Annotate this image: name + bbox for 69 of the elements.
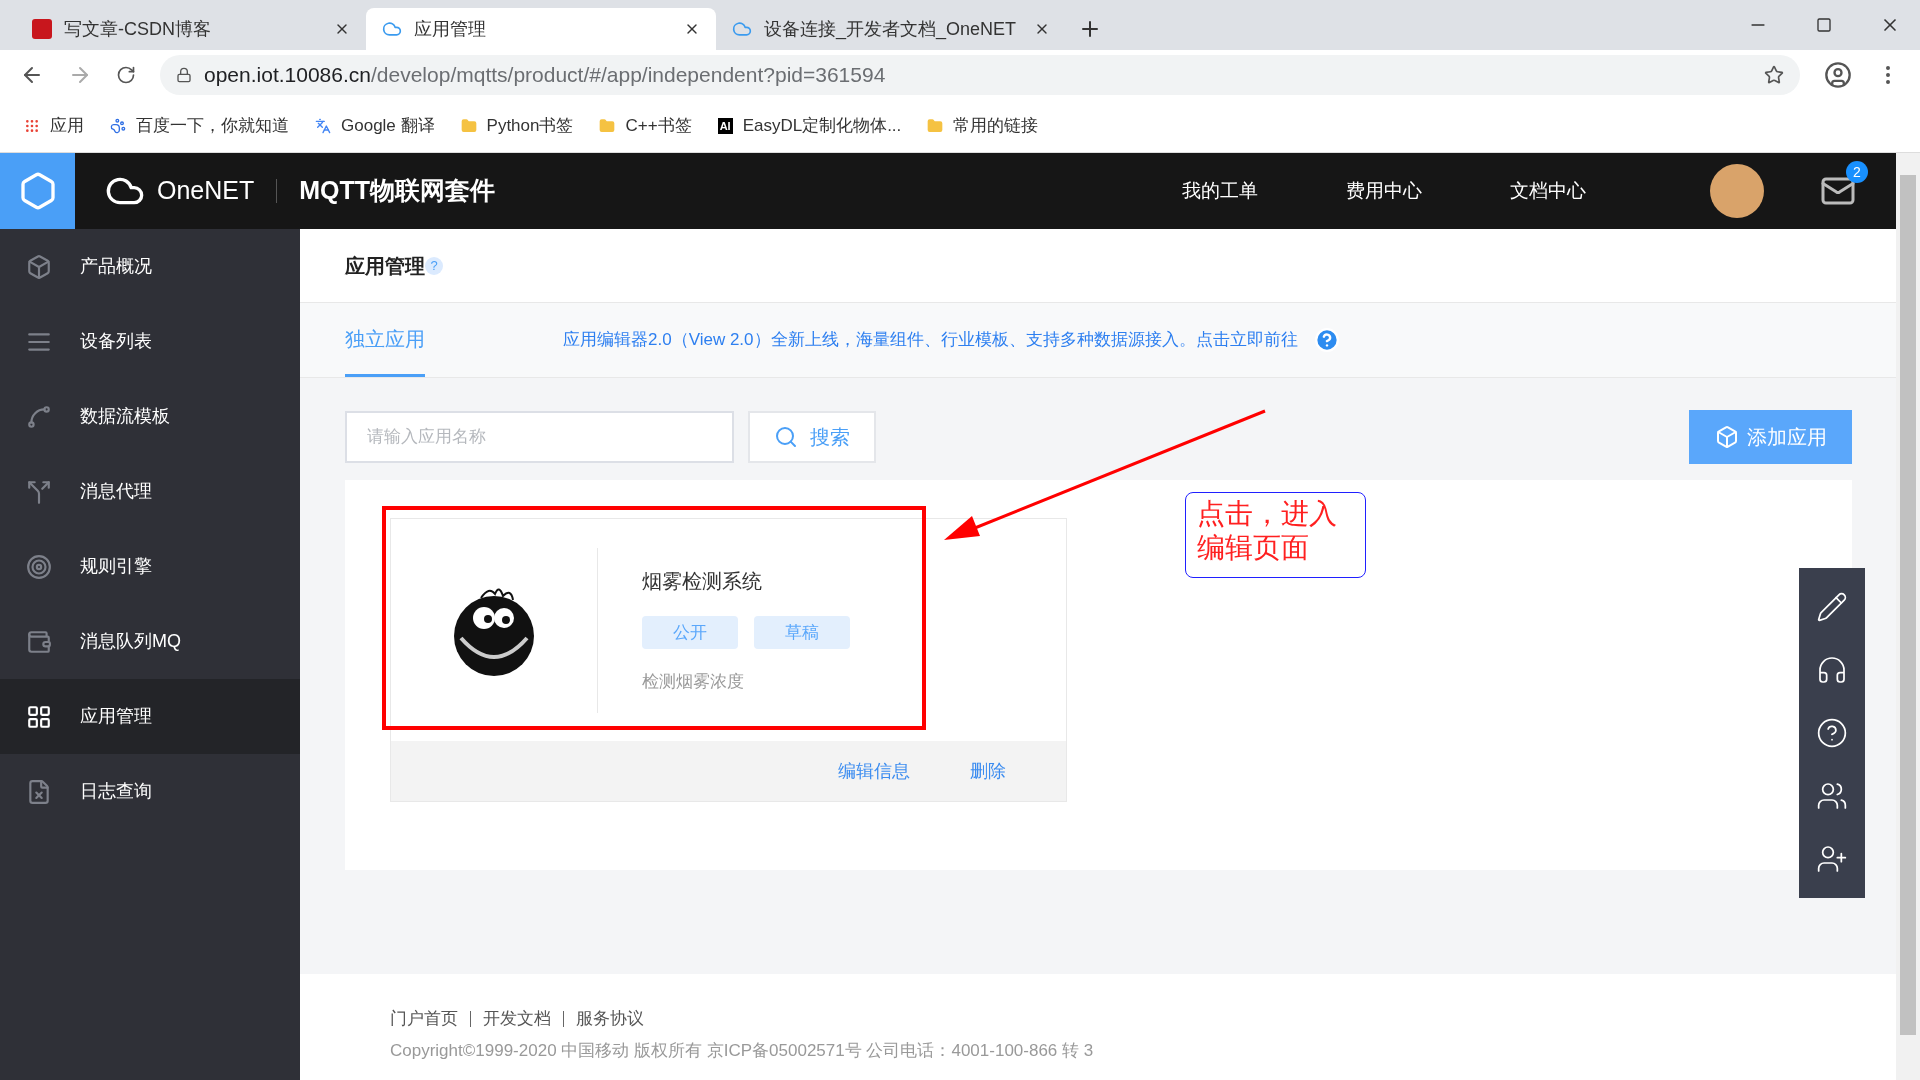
tab-title: 设备连接_开发者文档_OneNET [764,17,1018,42]
status-tag: 公开 [642,615,738,649]
split-icon [26,478,52,505]
sidebar-item[interactable]: 数据流模板 [0,379,300,454]
bookmark[interactable]: 应用 [24,113,84,139]
folder-icon [460,118,477,134]
log-icon [26,778,52,805]
bookmark[interactable]: 百度一下，你就知道 [110,113,289,139]
bookmark[interactable]: AI EasyDL定制化物体... [717,113,902,139]
line-chart-icon [26,403,52,430]
cloud-icon [732,19,752,39]
apps-icon [24,118,40,134]
copyright-text: Copyright©1999-2020 中国移动 版权所有 京ICP备05002571号 公司电话：4001-100-866 转 3 [390,1039,1095,1062]
bookmark[interactable]: Google 翻译 [315,113,435,139]
search-field[interactable]: 请输入应用名称 [345,411,734,463]
lock-icon [176,67,192,83]
product-name: MQTT物联网套件 [299,175,496,207]
footer-link[interactable]: 服务协议 [576,1006,644,1032]
footer-link[interactable]: 门户首页 [390,1006,458,1032]
sidebar-item[interactable]: 日志查询 [0,754,300,829]
star-icon[interactable] [1764,65,1784,85]
address-bar[interactable]: open.iot.10086.cn/develop/mqtts/product/#/app/independent?pid=361594 [160,55,1800,95]
pencil-icon[interactable] [1816,591,1848,624]
status-tag: 草稿 [754,615,850,649]
reload-icon[interactable] [116,65,136,85]
folder-icon [599,118,616,134]
nav-link[interactable]: 我的工单 [1182,176,1258,206]
sidebar-item[interactable]: 产品概况 [0,229,300,304]
notice-link[interactable]: 应用编辑器2.0（View 2.0）全新上线，海量组件、行业模板、支持多种数据源接入。点击立即前往 [563,327,1298,353]
scrollbar[interactable] [1896,153,1920,1080]
page-title: 应用管理 [345,253,425,279]
tab-title: 应用管理 [414,17,487,41]
tab-title: 写文章-CSDN博客 [64,17,212,41]
box-icon [1714,425,1739,449]
sidebar-item[interactable]: 应用管理 [0,679,300,754]
nav-link[interactable]: 费用中心 [1346,176,1422,206]
translate-icon [315,118,331,134]
app-name: 烟雾检测系统 [642,568,763,594]
browser-tab[interactable]: 写文章-CSDN博客 [16,8,366,50]
bookmark-logo: AI [717,118,733,134]
paw-icon [110,118,126,134]
bookmark[interactable]: 常用的链接 [927,113,1039,139]
sidebar-item[interactable]: 消息代理 [0,454,300,529]
browser-tab[interactable]: 设备连接_开发者文档_OneNET [716,8,1066,50]
url-text: open.iot.10086.cn/develop/mqtts/product/#/app/independent?pid=361594 [204,62,886,89]
help-icon[interactable] [1816,717,1848,749]
annotation-callout: 点击，进入编辑页面 [1185,492,1366,578]
brand-name: OneNET [157,175,255,207]
sidebar-item[interactable]: 规则引擎 [0,529,300,604]
cloud-icon [382,19,402,39]
footer-link[interactable]: 开发文档 [483,1006,551,1032]
sidebar-item[interactable]: 消息队列MQ [0,604,300,679]
nav-link[interactable]: 文档中心 [1510,176,1586,206]
search-icon [774,425,798,449]
target-icon [26,553,52,580]
maximize-icon[interactable] [1816,17,1832,33]
avatar[interactable] [1710,164,1764,218]
grid-icon [26,703,52,730]
site-logo-icon [32,19,52,39]
browser-tab[interactable]: 应用管理 [366,8,716,50]
sidebar-item[interactable]: 设备列表 [0,304,300,379]
profile-icon[interactable] [1824,61,1852,89]
bookmark[interactable]: C++书签 [599,113,692,139]
wallet-icon [26,628,52,655]
bookmark[interactable]: Python书签 [460,113,574,139]
count-badge: 2 [1846,161,1868,183]
app-description: 检测烟雾浓度 [642,670,745,693]
cube-icon [26,253,52,280]
folder-icon [927,118,944,134]
